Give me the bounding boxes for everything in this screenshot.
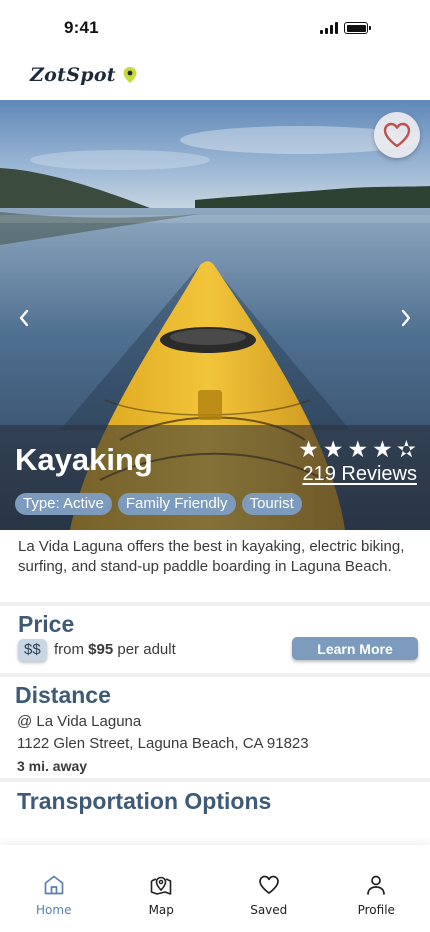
activity-description: La Vida Laguna offers the best in kayaki…	[0, 530, 430, 602]
favorite-button[interactable]	[374, 112, 420, 158]
tab-map-label: Map	[148, 903, 174, 917]
transportation-heading: Transportation Options	[17, 788, 272, 814]
star-half-icon: ✫	[396, 436, 416, 462]
tag-tourist[interactable]: Tourist	[241, 493, 302, 515]
price-unit: per adult	[117, 641, 176, 658]
section-divider	[0, 673, 430, 677]
chevron-right-icon	[401, 309, 411, 327]
star-full-icon: ★	[347, 436, 369, 462]
tab-home[interactable]: Home	[0, 845, 108, 932]
reviews-link[interactable]: 219 Reviews	[302, 463, 417, 486]
star-full-icon: ★	[372, 436, 393, 462]
status-bar: 9:41	[0, 0, 430, 56]
brand-name: ZotSpot	[30, 64, 116, 86]
learn-more-button[interactable]: Learn More	[292, 637, 418, 660]
distance-place: @ La Vida Laguna	[17, 713, 142, 730]
section-divider	[0, 778, 430, 782]
star-full-icon: ★	[298, 436, 319, 462]
chevron-left-icon	[19, 309, 29, 327]
activity-title: Kayaking	[15, 442, 153, 477]
previous-image-button[interactable]	[12, 306, 36, 330]
location-pin-icon	[123, 67, 137, 83]
tab-map[interactable]: Map	[108, 845, 216, 932]
next-image-button[interactable]	[394, 306, 418, 330]
star-rating: ★ ★ ★ ★ ✫	[298, 438, 416, 461]
distance-address[interactable]: 1122 Glen Street, Laguna Beach, CA 91823	[17, 735, 309, 752]
cellular-signal-icon	[320, 22, 338, 34]
distance-away: 3 mi. away	[17, 758, 88, 774]
status-icons	[320, 22, 371, 34]
tab-profile-label: Profile	[357, 903, 395, 917]
brand-logo[interactable]: ZotSpot	[30, 64, 138, 86]
bottom-tab-bar: Home Map Saved Profile	[0, 845, 430, 932]
home-icon	[44, 875, 64, 895]
price-text: from $95 per adult	[54, 641, 176, 658]
tag-type[interactable]: Type: Active	[15, 493, 112, 515]
tab-profile[interactable]: Profile	[323, 845, 430, 932]
status-time: 9:41	[64, 18, 99, 37]
price-from-label: from	[54, 641, 84, 658]
hero-gallery[interactable]: Kayaking ★ ★ ★ ★ ✫ 219 Reviews Type: Act…	[0, 100, 430, 530]
price-level-badge: $$	[18, 639, 47, 661]
heart-icon	[383, 122, 411, 148]
tag-family-friendly[interactable]: Family Friendly	[117, 493, 236, 515]
tab-saved-label: Saved	[250, 903, 288, 917]
tab-saved[interactable]: Saved	[215, 845, 323, 932]
tag-list: Type: Active Family Friendly Tourist	[15, 493, 302, 515]
star-full-icon: ★	[322, 436, 344, 462]
battery-icon	[344, 22, 371, 34]
tab-home-label: Home	[36, 903, 72, 917]
price-amount: $95	[88, 641, 114, 658]
heart-icon	[258, 875, 279, 894]
section-divider	[0, 602, 430, 606]
user-icon	[367, 875, 386, 895]
map-pin-icon	[150, 876, 172, 895]
price-heading: Price	[18, 611, 75, 637]
distance-heading: Distance	[15, 682, 111, 708]
